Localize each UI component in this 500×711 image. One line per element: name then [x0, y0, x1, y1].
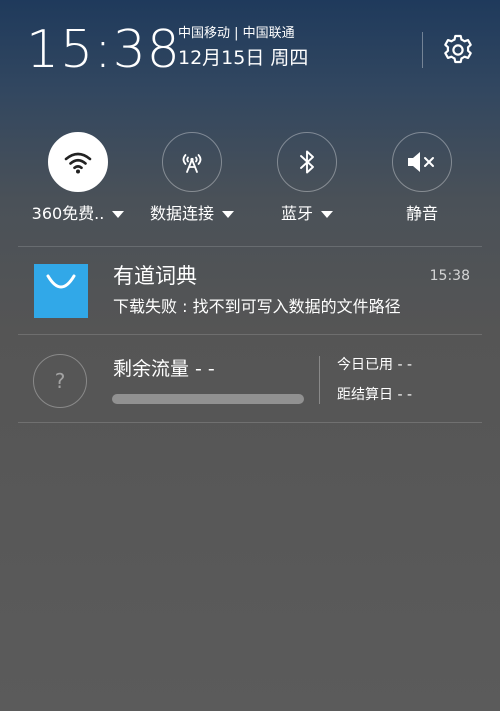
divider [18, 246, 482, 247]
bluetooth-toggle-label: 蓝牙 [280, 204, 313, 223]
wifi-toggle-label: 360免费.. [31, 204, 105, 223]
chevron-down-icon[interactable] [112, 210, 125, 218]
youdao-notification[interactable]: 有道词典 15:38 下载失败 : 找不到可写入数据的文件路径 [0, 248, 500, 334]
mute-toggle-label: 静音 [405, 204, 438, 223]
clock-time: 15:38 [26, 20, 181, 80]
mute-toggle[interactable]: 静音 [374, 132, 470, 224]
data-remaining-title: 剩余流量 - - [113, 358, 215, 380]
bluetooth-toggle[interactable]: 蓝牙 [259, 132, 355, 224]
settings-gear-icon[interactable] [440, 32, 476, 68]
notification-app-name: 有道词典 [113, 264, 197, 288]
question-mark-icon: ? [33, 354, 87, 408]
mobile-data-icon [182, 154, 202, 173]
data-usage-bar [112, 394, 304, 404]
mute-icon [408, 152, 434, 172]
divider [18, 334, 482, 335]
notification-time: 15:38 [429, 268, 470, 284]
mobile-data-toggle-label: 数据连接 [149, 204, 214, 223]
data-usage-card[interactable]: ? 剩余流量 - - 今日已用 - - 距结算日 - - [0, 336, 500, 422]
chevron-down-icon[interactable] [222, 210, 234, 218]
carrier-names: 中国移动 | 中国联通 [178, 26, 295, 41]
today-used-text: 今日已用 - - [337, 357, 413, 373]
chevron-down-icon[interactable] [321, 210, 333, 218]
date-text: 12月15日 周四 [178, 47, 309, 69]
youdao-dictionary-icon [34, 264, 88, 318]
mobile-data-toggle[interactable]: 数据连接 [144, 132, 240, 224]
data-usage-divider [319, 356, 320, 404]
wifi-toggle-button[interactable] [48, 132, 108, 192]
mute-toggle-button[interactable] [392, 132, 452, 192]
divider [18, 422, 482, 423]
days-to-billing-text: 距结算日 - - [337, 387, 413, 403]
wifi-toggle[interactable]: 360免费.. [30, 132, 126, 224]
notification-message: 下载失败 : 找不到可写入数据的文件路径 [113, 297, 401, 316]
bluetooth-toggle-button[interactable] [277, 132, 337, 192]
header-divider [422, 32, 423, 68]
bluetooth-icon [300, 150, 314, 174]
wifi-icon [64, 152, 92, 174]
mobile-data-toggle-button[interactable] [162, 132, 222, 192]
